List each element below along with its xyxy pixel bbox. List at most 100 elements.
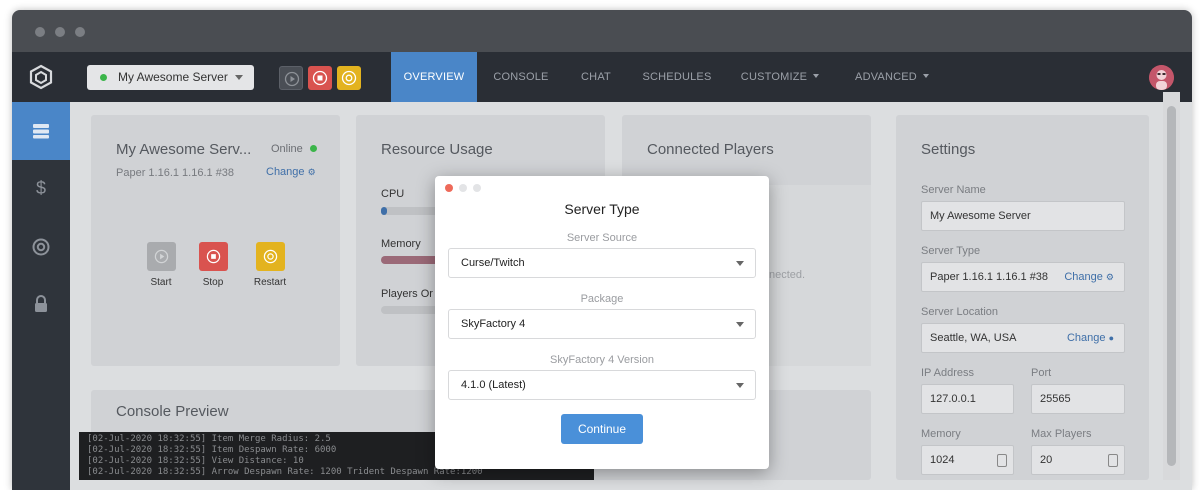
connected-players-title: Connected Players bbox=[647, 141, 774, 158]
chevron-down-icon bbox=[922, 74, 929, 78]
port-value: 25565 bbox=[1040, 393, 1071, 405]
chevron-down-icon bbox=[736, 322, 744, 327]
ip-address-field[interactable]: 127.0.0.1 bbox=[921, 384, 1014, 414]
window-zoom-dot[interactable] bbox=[75, 27, 85, 37]
sidebar-item-security[interactable] bbox=[12, 276, 70, 334]
dollar-icon: $ bbox=[35, 178, 46, 198]
memory-stepper[interactable]: 1024 bbox=[921, 445, 1014, 475]
tab-chat-label: CHAT bbox=[581, 71, 611, 83]
server-name-field[interactable]: My Awesome Server bbox=[921, 201, 1125, 231]
window-close-dot[interactable] bbox=[35, 27, 45, 37]
change-location-link[interactable]: Change ● bbox=[1067, 324, 1114, 352]
server-location-value: Seattle, WA, USA bbox=[930, 332, 1017, 344]
settings-title: Settings bbox=[921, 141, 976, 158]
tab-console[interactable]: CONSOLE bbox=[482, 52, 560, 102]
tab-advanced[interactable]: ADVANCED bbox=[842, 52, 942, 102]
scrollbar[interactable] bbox=[1163, 92, 1180, 480]
restart-button-small[interactable] bbox=[337, 66, 361, 90]
server-name-label: Server Name bbox=[921, 184, 986, 196]
modal-minimize-dot[interactable] bbox=[459, 184, 467, 192]
tab-schedules[interactable]: SCHEDULES bbox=[634, 52, 720, 102]
server-version: Paper 1.16.1 1.16.1 #38 bbox=[116, 167, 235, 179]
tab-overview[interactable]: OVERVIEW bbox=[391, 52, 477, 102]
status-text: Online bbox=[271, 143, 303, 155]
start-button[interactable] bbox=[146, 242, 176, 271]
restart-icon bbox=[263, 249, 277, 264]
avatar[interactable] bbox=[1149, 65, 1174, 90]
change-server-type-link[interactable]: Change ⚙ bbox=[1064, 263, 1114, 291]
server-source-select[interactable]: Curse/Twitch bbox=[448, 248, 756, 278]
tab-chat[interactable]: CHAT bbox=[568, 52, 624, 102]
ip-address-label: IP Address bbox=[921, 367, 974, 379]
server-type-value: Paper 1.16.1 1.16.1 #38 bbox=[930, 271, 1049, 283]
stop-control[interactable]: Stop bbox=[193, 242, 233, 288]
modal-close-dot[interactable] bbox=[445, 184, 453, 192]
chevron-down-icon bbox=[736, 383, 744, 388]
user-avatar-icon bbox=[1149, 65, 1174, 90]
tab-customize-label: CUSTOMIZE bbox=[740, 71, 808, 83]
start-label: Start bbox=[150, 277, 172, 288]
console-preview-title: Console Preview bbox=[116, 403, 229, 420]
stop-icon bbox=[312, 70, 328, 86]
max-players-value: 20 bbox=[1040, 454, 1053, 466]
sidebar-item-billing[interactable]: $ bbox=[12, 160, 70, 218]
globe-icon: ● bbox=[1108, 333, 1114, 343]
start-control[interactable]: Start bbox=[141, 242, 181, 288]
stop-button[interactable] bbox=[198, 242, 228, 271]
start-button-small[interactable] bbox=[279, 66, 303, 90]
restart-control[interactable]: Restart bbox=[247, 242, 293, 288]
app-logo-icon[interactable] bbox=[28, 64, 54, 90]
chevron-down-icon bbox=[736, 261, 744, 266]
version-value: 4.1.0 (Latest) bbox=[461, 379, 526, 391]
cpu-label: CPU bbox=[381, 188, 405, 200]
online-status-dot bbox=[100, 74, 107, 81]
restart-icon bbox=[341, 70, 357, 86]
memory-value: 1024 bbox=[930, 454, 955, 466]
scrollbar-thumb[interactable] bbox=[1167, 106, 1176, 466]
max-players-stepper[interactable]: 20 bbox=[1031, 445, 1125, 475]
sidebar-item-servers[interactable] bbox=[12, 102, 70, 160]
cpu-bar-fill bbox=[381, 207, 387, 215]
sidebar: $ bbox=[12, 102, 70, 490]
settings-card: Settings Server Name My Awesome Server S… bbox=[896, 115, 1149, 480]
port-field[interactable]: 25565 bbox=[1031, 384, 1125, 414]
change-link-label: Change bbox=[1066, 332, 1106, 344]
lock-icon bbox=[35, 295, 47, 312]
server-card: My Awesome Serv... Online Paper 1.16.1 1… bbox=[91, 115, 340, 366]
sidebar-item-support[interactable] bbox=[12, 218, 70, 276]
change-version-link[interactable]: Change ⚙ bbox=[266, 166, 316, 178]
version-label: SkyFactory 4 Version bbox=[550, 354, 654, 366]
server-selector[interactable]: My Awesome Server bbox=[87, 65, 254, 90]
restart-button[interactable] bbox=[255, 242, 285, 271]
package-value: SkyFactory 4 bbox=[461, 318, 526, 330]
server-source-value: Curse/Twitch bbox=[461, 257, 525, 269]
server-selector-label: My Awesome Server bbox=[118, 70, 228, 84]
package-label: Package bbox=[580, 293, 624, 305]
continue-button[interactable]: Continue bbox=[561, 414, 643, 444]
window-titlebar bbox=[12, 10, 1192, 52]
stepper-arrows-icon[interactable] bbox=[997, 454, 1007, 467]
stop-button-small[interactable] bbox=[308, 66, 332, 90]
top-navbar: My Awesome Server OVERVIEW CONSOLE CHAT … bbox=[12, 52, 1192, 102]
online-status-dot bbox=[309, 145, 317, 152]
package-select[interactable]: SkyFactory 4 bbox=[448, 309, 756, 339]
play-icon bbox=[154, 249, 168, 264]
support-icon bbox=[32, 238, 50, 256]
stepper-arrows-icon[interactable] bbox=[1108, 454, 1118, 467]
modal-zoom-dot[interactable] bbox=[473, 184, 481, 192]
max-players-label: Max Players bbox=[1031, 428, 1092, 440]
chevron-down-icon bbox=[813, 74, 820, 78]
tab-customize[interactable]: CUSTOMIZE bbox=[730, 52, 830, 102]
window-minimize-dot[interactable] bbox=[55, 27, 65, 37]
server-location-label: Server Location bbox=[921, 306, 999, 318]
version-select[interactable]: 4.1.0 (Latest) bbox=[448, 370, 756, 400]
server-name-value: My Awesome Server bbox=[930, 210, 1031, 222]
change-link-label: Change bbox=[266, 166, 305, 178]
tab-advanced-label: ADVANCED bbox=[855, 71, 917, 83]
server-location-field[interactable]: Seattle, WA, USA Change ● bbox=[921, 323, 1125, 353]
memory-setting-label: Memory bbox=[921, 428, 961, 440]
players-empty-text: nected. bbox=[769, 269, 806, 281]
server-type-modal: Server Type Server Source Curse/Twitch P… bbox=[435, 176, 769, 469]
play-icon bbox=[284, 71, 300, 87]
server-type-field[interactable]: Paper 1.16.1 1.16.1 #38 Change ⚙ bbox=[921, 262, 1125, 292]
